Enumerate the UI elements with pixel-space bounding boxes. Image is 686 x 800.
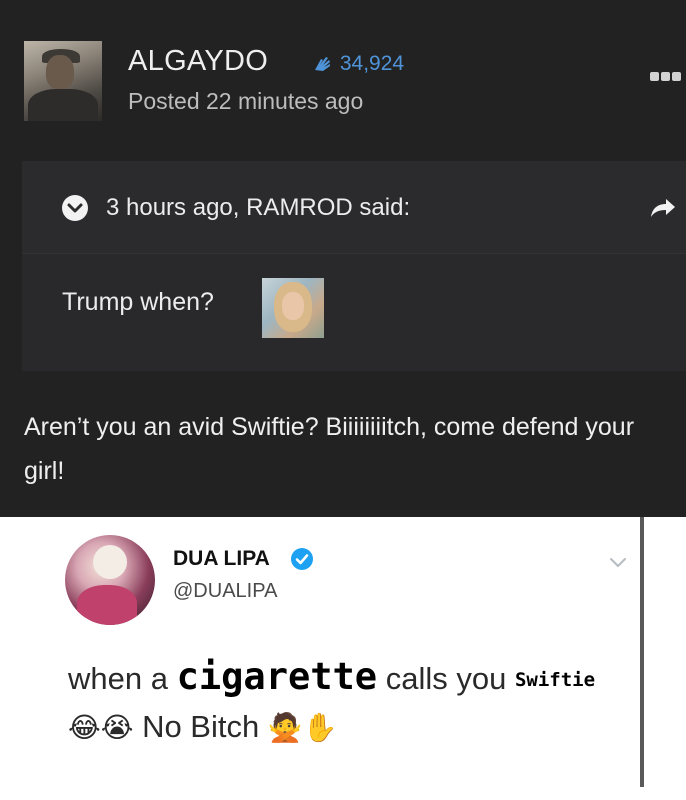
laughing-crying-emoji-icon: 😂😭 (68, 711, 134, 744)
reputation-count: 34,924 (339, 52, 405, 75)
quote-attribution: 3 hours ago, RAMROD said: (106, 194, 411, 221)
post-reply-text: Aren’t you an avid Swiftie? Biiiiiiiitch… (24, 413, 635, 485)
chevron-down-icon[interactable] (61, 194, 89, 222)
tweet-text-line-2: 😂😭 No Bitch 🙅✋ (68, 709, 338, 745)
ellipsis-icon[interactable] (650, 68, 686, 84)
quote-reaction-image (262, 278, 324, 338)
post-username[interactable]: ALGAYDO (128, 45, 268, 78)
quote-body: Trump when? (22, 253, 686, 371)
divider-line (640, 517, 644, 787)
post-timestamp: Posted 22 minutes ago (128, 88, 364, 114)
reputation-badge[interactable]: 34,924 (312, 52, 404, 76)
tweet-overlay-word-small: Swiftie (514, 669, 596, 691)
verified-badge-icon (291, 548, 313, 570)
no-gesture-hand-emoji-icon: 🙅✋ (267, 711, 338, 744)
hand-icon (315, 57, 330, 71)
reaction-face (282, 292, 304, 320)
tweet-text-part: No Bitch (142, 709, 260, 744)
tweet-avatar-outfit (77, 585, 137, 625)
quote-header: 3 hours ago, RAMROD said: (22, 161, 686, 253)
quote-text: Trump when? (62, 288, 214, 316)
tweet-text-part: calls you (385, 661, 507, 696)
tweet-avatar-hair (93, 545, 127, 579)
tweet-text-line-1: when a cigarette calls you Swiftie (68, 655, 595, 698)
tweet-handle[interactable]: @DUALIPA (173, 580, 277, 603)
caret-down-icon[interactable] (607, 555, 629, 571)
avatar-head (46, 55, 74, 89)
tweet-text-part: when a (68, 661, 168, 696)
quote-block: 3 hours ago, RAMROD said: Trump when? (22, 161, 686, 371)
tweet-screenshot: DUA LIPA @DUALIPA when a cigarette calls… (0, 517, 686, 800)
tweet-display-name[interactable]: DUA LIPA (173, 547, 270, 571)
share-arrow-icon[interactable] (649, 196, 677, 220)
tweet-avatar[interactable] (65, 535, 155, 625)
forum-post: ALGAYDO 34,924 Posted 22 minutes ago 3 h… (0, 0, 686, 517)
tweet-overlay-word: cigarette (176, 655, 378, 698)
avatar-body (28, 89, 98, 121)
user-avatar[interactable] (24, 41, 102, 121)
